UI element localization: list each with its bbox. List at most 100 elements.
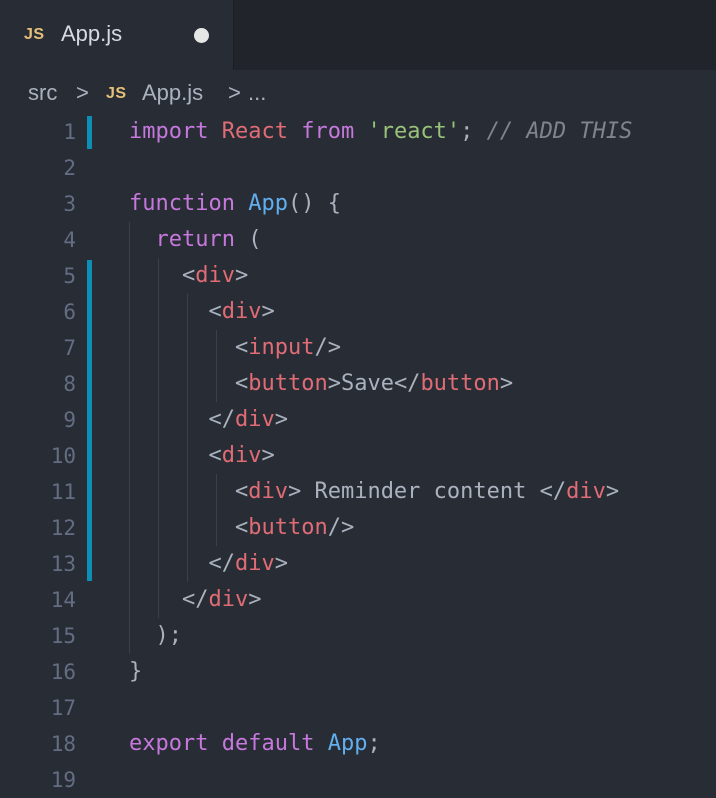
jsx-tag: div [221,299,262,324]
code-line-8[interactable]: <button>Save</button> [129,366,513,402]
breadcrumb: src > JS App.js > ... [0,70,716,116]
code-editor[interactable]: 1 2 3 4 5 6 7 8 9 10 11 12 13 14 15 16 1… [0,114,716,792]
code-line-6[interactable]: <div> [129,294,275,330]
identifier: React [221,119,288,144]
line-number: 9 [63,408,76,432]
line-number: 11 [50,480,76,504]
code-line-15[interactable]: ); [129,618,183,654]
function-name: App [248,191,288,216]
punctuation: } [129,659,143,684]
punctuation: /> [327,515,355,540]
jsx-tag: div [566,479,606,504]
punctuation: > [605,479,620,504]
tab-app-js[interactable]: JS App.js [0,0,234,70]
jsx-tag: input [248,335,315,360]
code-line-9[interactable]: </div> [129,402,288,438]
string-literal: 'react' [367,119,461,144]
git-modified-marker[interactable] [87,116,92,149]
comment: // ADD THIS [486,119,633,144]
punctuation: < [234,371,249,396]
punctuation: ( [248,227,262,252]
line-number: 18 [50,732,76,756]
tab-label: App.js [61,21,123,46]
punctuation: </ [539,479,567,504]
javascript-file-icon: JS [24,26,45,43]
punctuation: > [287,479,302,504]
punctuation: ; [367,731,381,756]
line-number: 15 [50,624,76,648]
line-number: 17 [50,696,76,720]
punctuation: > [274,407,288,432]
punctuation: > [261,299,275,324]
code-line-5[interactable]: <div> [129,258,248,294]
code-line-7[interactable]: <input/> [129,330,341,366]
code-line-14[interactable]: </div> [129,582,262,618]
line-number: 12 [50,516,76,540]
punctuation: > [274,551,288,576]
function-name: App [327,731,368,756]
punctuation: /> [314,335,341,360]
code-line-16[interactable]: } [129,654,142,690]
punctuation: > [234,263,249,288]
code-line-11[interactable]: <div> Reminder content </div> [129,474,619,510]
punctuation: </ [208,407,235,432]
git-modified-marker[interactable] [87,260,92,581]
line-number: 5 [63,264,76,288]
punctuation: </ [393,371,421,396]
unsaved-dot-icon[interactable] [194,28,209,43]
chevron-right-icon: > [228,80,241,105]
chevron-right-icon: > [76,80,89,105]
punctuation: < [234,479,249,504]
punctuation: ); [155,623,183,648]
punctuation: > [261,443,275,468]
code-line-3[interactable]: function App() { [129,186,341,222]
line-number: 16 [50,660,76,684]
line-number: 7 [63,336,76,360]
line-number: 4 [63,228,76,252]
punctuation: < [208,299,222,324]
jsx-tag: button [420,371,500,396]
line-number: 19 [50,768,76,792]
breadcrumb-file-app-js[interactable]: App.js [142,80,203,106]
line-number: 1 [63,120,76,144]
punctuation: > [499,371,514,396]
keyword: return [155,227,235,252]
line-number: 10 [50,444,76,468]
punctuation: < [181,263,196,288]
code-line-18[interactable]: export default App; [129,726,381,762]
code-line-12[interactable]: <button/> [129,510,354,546]
code-line-1[interactable]: import React from 'react'; // ADD THIS [129,114,632,150]
line-number: 3 [63,192,76,216]
line-number: 6 [63,300,76,324]
punctuation: () { [287,191,341,216]
line-number: 2 [63,156,76,180]
punctuation: </ [181,587,209,612]
punctuation: < [234,515,249,540]
keyword: default [221,731,315,756]
tab-bar: JS App.js [0,0,716,70]
breadcrumb-folder-src[interactable]: src [28,80,57,106]
jsx-tag: div [248,479,288,504]
keyword: import [129,119,209,144]
jsx-tag: div [195,263,235,288]
code-line-10[interactable]: <div> [129,438,275,474]
jsx-text: Save [340,371,394,396]
jsx-tag: button [248,371,328,396]
line-number: 14 [50,588,76,612]
keyword: from [301,119,355,144]
line-number: 8 [63,372,76,396]
punctuation: ; [460,119,474,144]
jsx-tag: div [234,407,275,432]
line-number: 13 [50,552,76,576]
code-line-4[interactable]: return ( [129,222,262,258]
keyword: function [129,191,235,216]
jsx-tag: div [208,587,249,612]
breadcrumb-more[interactable]: ... [248,80,266,106]
punctuation: </ [208,551,235,576]
punctuation: < [234,335,249,360]
punctuation: < [208,443,222,468]
code-line-13[interactable]: </div> [129,546,288,582]
javascript-file-icon: JS [106,85,127,102]
punctuation: > [327,371,341,396]
jsx-tag: div [234,551,275,576]
